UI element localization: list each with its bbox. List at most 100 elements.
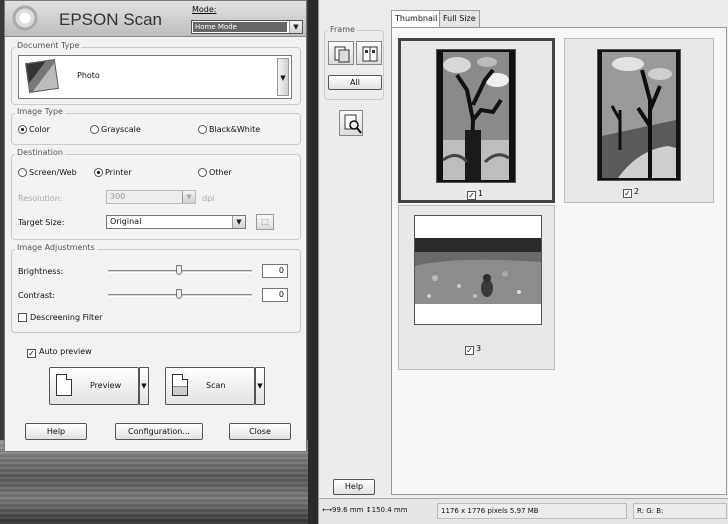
- checkbox-box: ✓: [27, 349, 36, 358]
- thumbnail-2[interactable]: ✓ 2: [564, 38, 714, 203]
- close-button[interactable]: Close: [229, 423, 291, 440]
- all-button[interactable]: All: [328, 75, 382, 90]
- scan-button-label: Scan: [206, 381, 226, 390]
- descreening-filter-label: Descreening Filter: [30, 313, 103, 322]
- width-arrow-icon: ⟷: [322, 506, 333, 514]
- thumbnail-1-image: [436, 49, 516, 183]
- desktop-background: [0, 440, 318, 524]
- radio-black-white[interactable]: Black&White: [198, 125, 260, 134]
- configuration-button[interactable]: Configuration...: [115, 423, 203, 440]
- epson-flower-icon: [9, 3, 41, 33]
- thumbnail-3-number: 3: [476, 344, 482, 353]
- radio-printer[interactable]: Printer: [94, 168, 132, 177]
- photo-icon: [25, 59, 59, 93]
- thumbnail-3-checkbox[interactable]: ✓ 3: [465, 344, 481, 355]
- thumbnail-3[interactable]: ✓ 3: [398, 205, 555, 370]
- scan-button[interactable]: Scan: [165, 367, 255, 405]
- radio-indicator: [18, 168, 27, 177]
- radio-indicator: [198, 168, 207, 177]
- chevron-down-icon[interactable]: ▼: [289, 21, 302, 33]
- chevron-down-icon[interactable]: ▼: [277, 58, 289, 96]
- brightness-label: Brightness:: [18, 267, 64, 276]
- tab-thumbnail[interactable]: Thumbnail: [391, 10, 442, 28]
- chevron-down-icon[interactable]: ▼: [232, 216, 245, 228]
- contrast-label: Contrast:: [18, 291, 55, 300]
- radio-black-white-label: Black&White: [209, 125, 261, 134]
- resolution-label: Resolution:: [18, 194, 63, 203]
- document-type-value: Photo: [77, 71, 100, 80]
- mode-label: Mode:: [192, 5, 217, 14]
- document-type-select[interactable]: Photo ▼: [18, 55, 292, 99]
- image-type-title: Image Type: [15, 107, 65, 116]
- mode-value: Home Mode: [193, 22, 287, 32]
- contrast-slider-thumb[interactable]: [176, 289, 182, 299]
- radio-indicator: [198, 125, 207, 134]
- thumbnail-1[interactable]: ✓ 1: [398, 38, 555, 203]
- radio-indicator: [18, 125, 27, 134]
- resolution-select[interactable]: 300 ▼: [106, 190, 196, 204]
- orientation-icon[interactable]: ⬚: [256, 214, 274, 230]
- preview-button[interactable]: Preview: [49, 367, 139, 405]
- brightness-input[interactable]: 0: [262, 264, 288, 278]
- auto-preview-checkbox[interactable]: ✓ Auto preview: [27, 347, 92, 358]
- radio-screen-web[interactable]: Screen/Web: [18, 168, 77, 177]
- document-type-group: Document Type Photo ▼: [11, 41, 301, 105]
- contrast-input[interactable]: 0: [262, 288, 288, 302]
- thumbnail-3-image: [414, 215, 542, 325]
- dimensions-readout: ⟷99.6 mm ↕150.4 mm: [319, 503, 431, 519]
- preview-button-label: Preview: [90, 381, 122, 390]
- scan-width: 99.6 mm: [332, 506, 364, 514]
- destination-group: Destination Screen/Web Printer Other Res…: [11, 148, 301, 240]
- target-size-label: Target Size:: [18, 218, 65, 227]
- help-button[interactable]: Help: [25, 423, 87, 440]
- scanner-icon: [172, 374, 188, 396]
- image-adjustments-group: Image Adjustments Brightness: 0 Contrast…: [11, 243, 301, 333]
- preview-options-button[interactable]: ▼: [139, 367, 149, 405]
- thumbnail-2-checkbox[interactable]: ✓ 2: [623, 187, 639, 198]
- preview-page-icon: [56, 374, 72, 396]
- epson-scan-window: EPSON Scan Mode: Home Mode ▼ Document Ty…: [4, 0, 307, 452]
- target-size-value: Original: [110, 217, 142, 226]
- frame-title: Frame: [328, 25, 357, 34]
- zoom-preview-icon[interactable]: [339, 110, 363, 136]
- app-title: EPSON Scan: [59, 10, 162, 29]
- radio-grayscale[interactable]: Grayscale: [90, 125, 141, 134]
- tab-full-size[interactable]: Full Size: [439, 10, 480, 27]
- checkbox-box: [18, 313, 27, 322]
- thumbnail-1-number: 1: [478, 189, 484, 198]
- thumbnail-2-number: 2: [634, 187, 640, 196]
- chevron-down-icon: ▼: [182, 191, 195, 203]
- radio-color[interactable]: Color: [18, 125, 50, 134]
- checkbox-box: ✓: [623, 189, 632, 198]
- thumbnail-area: ✓ 1 ✓ 2 ✓ 3: [391, 27, 727, 495]
- rgb-readout: R: G: B:: [633, 503, 727, 519]
- document-type-title: Document Type: [15, 41, 82, 50]
- preview-window: Frame All Thumbnail Full Size ✓ 1 ✓ 2 ✓ …: [318, 0, 728, 524]
- scan-options-button[interactable]: ▼: [255, 367, 265, 405]
- destination-title: Destination: [15, 148, 65, 157]
- brightness-slider-thumb[interactable]: [176, 265, 182, 275]
- image-type-group: Image Type Color Grayscale Black&White: [11, 107, 301, 145]
- target-size-select[interactable]: Original ▼: [106, 215, 246, 229]
- radio-other[interactable]: Other: [198, 168, 232, 177]
- scan-height: 150.4 mm: [371, 506, 408, 514]
- radio-other-label: Other: [209, 168, 232, 177]
- radio-screen-web-label: Screen/Web: [29, 168, 77, 177]
- descreening-filter-checkbox[interactable]: Descreening Filter: [18, 313, 102, 322]
- auto-preview-label: Auto preview: [39, 347, 92, 356]
- image-adjustments-title: Image Adjustments: [15, 243, 97, 252]
- thumbnail-1-checkbox[interactable]: ✓ 1: [467, 189, 483, 200]
- pixel-size-readout: 1176 x 1776 pixels 5.97 MB: [437, 503, 627, 519]
- resolution-value: 300: [110, 192, 126, 201]
- resolution-unit: dpi: [202, 194, 215, 203]
- radio-printer-label: Printer: [105, 168, 132, 177]
- preview-help-button[interactable]: Help: [333, 479, 375, 495]
- checkbox-box: ✓: [465, 346, 474, 355]
- select-all-frames-icon[interactable]: [356, 41, 382, 65]
- select-frame-icon[interactable]: [328, 41, 354, 65]
- checkbox-box: ✓: [467, 191, 476, 200]
- radio-indicator: [90, 125, 99, 134]
- mode-select[interactable]: Home Mode ▼: [191, 20, 303, 34]
- status-bar: ⟷99.6 mm ↕150.4 mm 1176 x 1776 pixels 5.…: [319, 498, 728, 524]
- frame-group: Frame All: [324, 25, 384, 100]
